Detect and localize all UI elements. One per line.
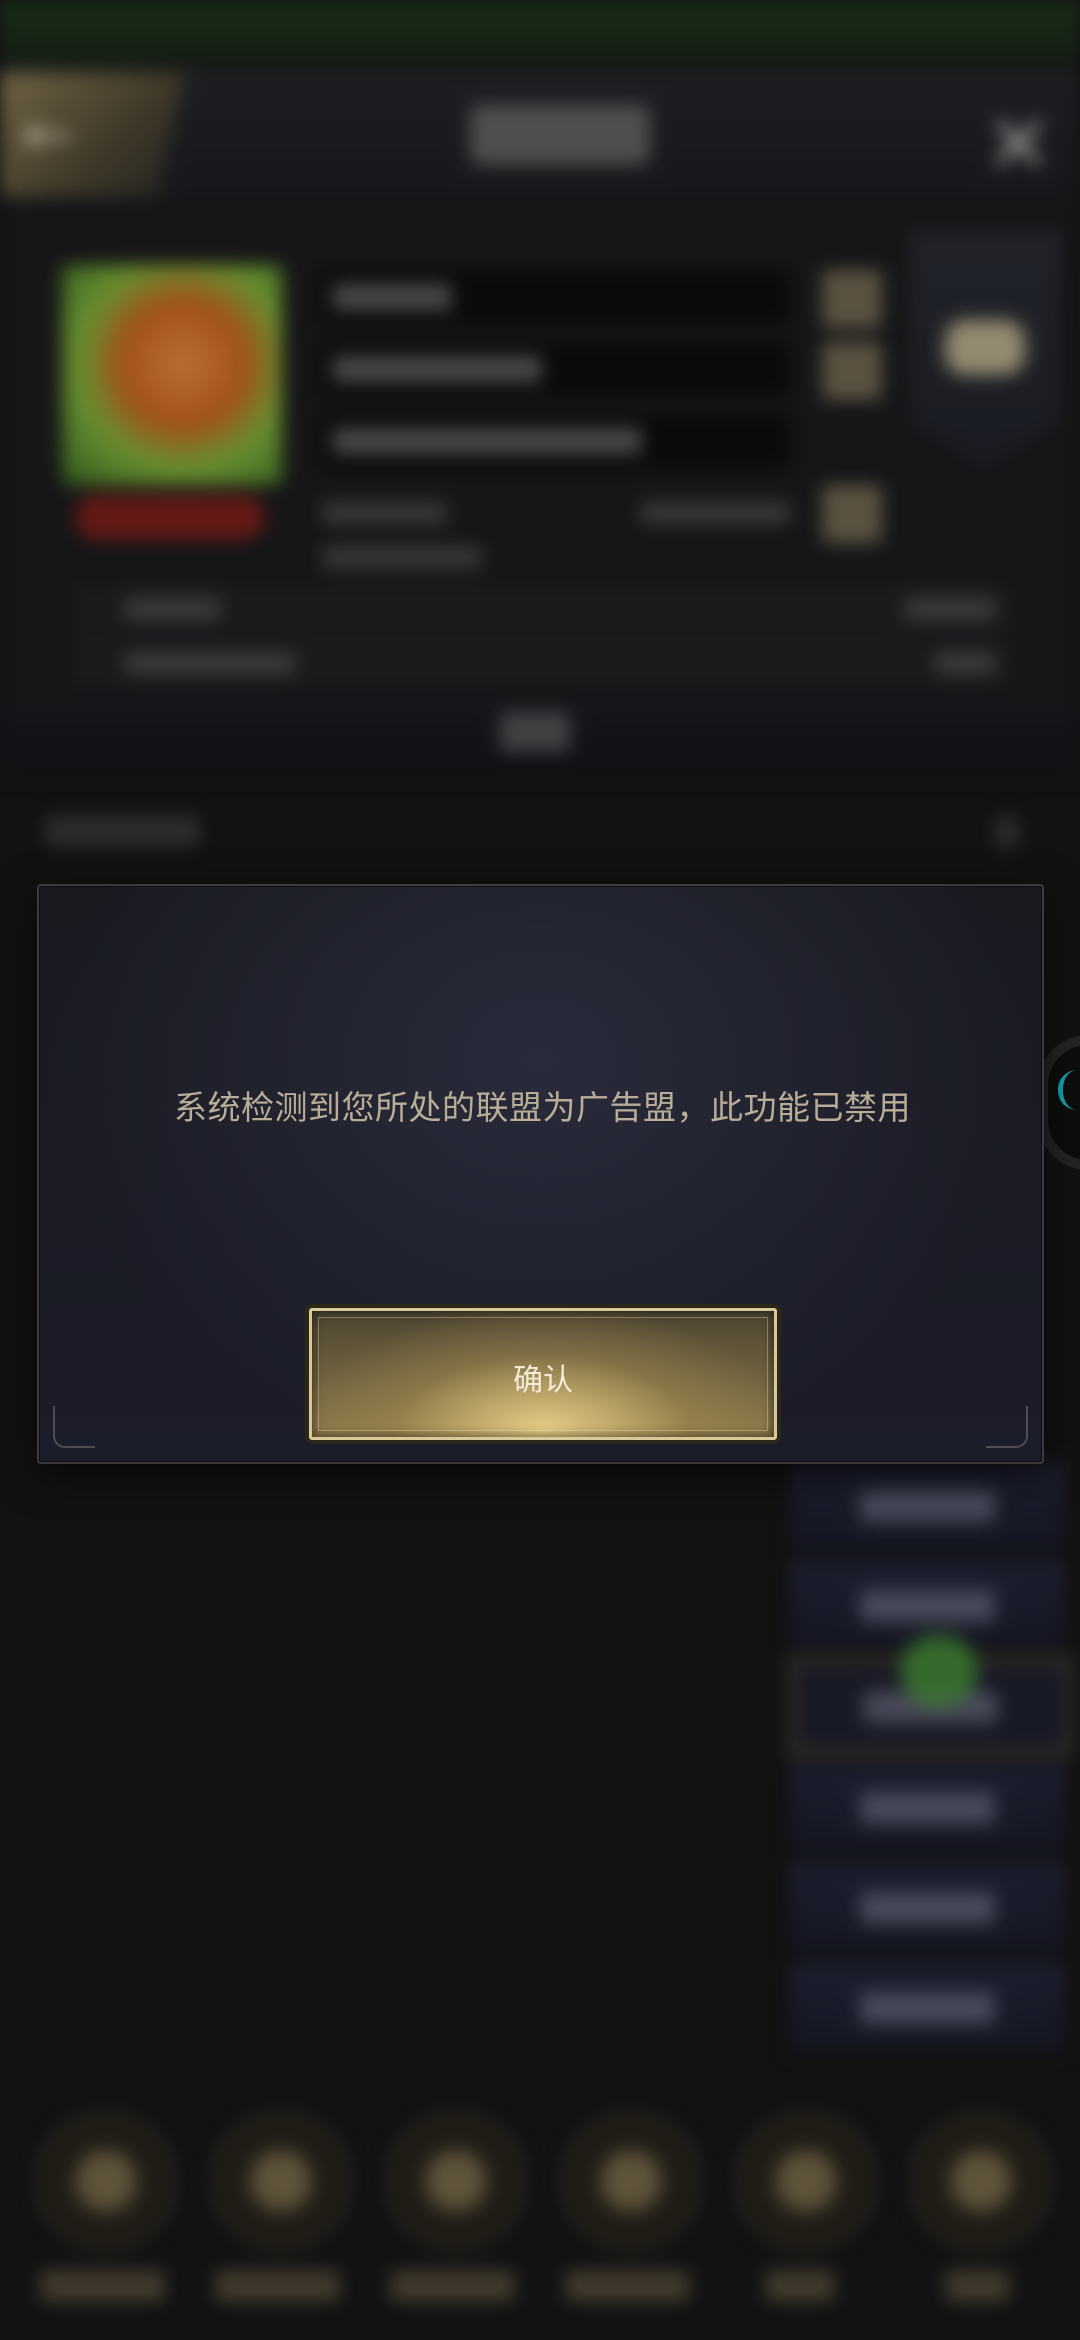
confirm-button-label: 确认 xyxy=(513,1363,573,1398)
dialog-message: 系统检测到您所处的联盟为广告盟，此功能已禁用 xyxy=(174,1088,911,1127)
corner-ornament-icon xyxy=(53,1406,95,1448)
screen: ← ✕ 系统检测到您所处的联盟为广告盟，此功能已禁用 确认 xyxy=(0,0,1080,2340)
corner-ornament-icon xyxy=(986,1406,1028,1448)
confirm-button[interactable]: 确认 xyxy=(309,1308,777,1440)
alert-dialog: 系统检测到您所处的联盟为广告盟，此功能已禁用 确认 xyxy=(37,884,1044,1464)
